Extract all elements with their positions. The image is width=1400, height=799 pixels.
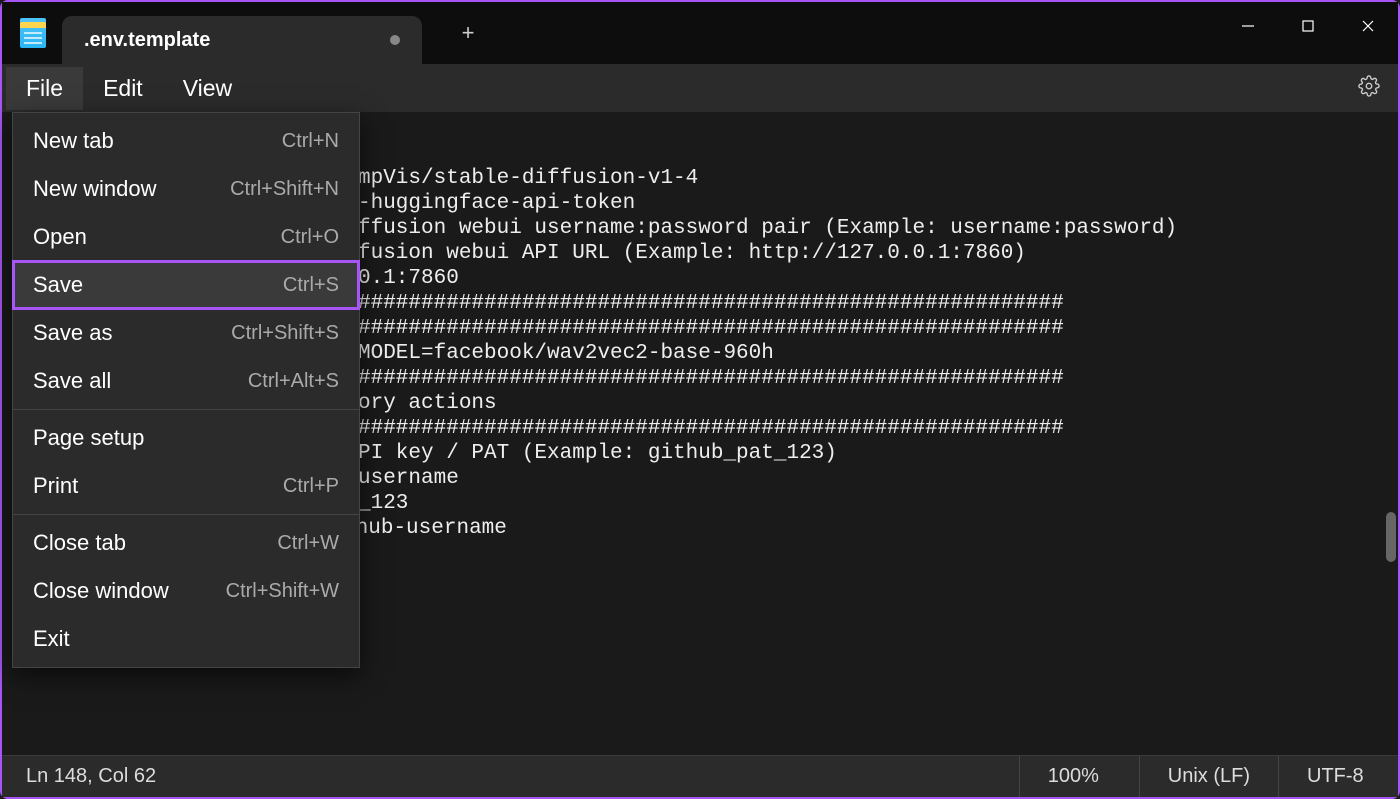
menu-item-label: Save as — [33, 320, 231, 346]
menu-separator — [13, 409, 359, 410]
menu-item-close-window[interactable]: Close window Ctrl+Shift+W — [13, 567, 359, 615]
status-cursor-position: Ln 148, Col 62 — [2, 765, 1019, 788]
menu-item-shortcut: Ctrl+P — [283, 475, 339, 498]
menu-item-shortcut: Ctrl+W — [277, 532, 339, 555]
minimize-button[interactable] — [1218, 2, 1278, 50]
menu-item-label: Page setup — [33, 425, 339, 451]
menu-item-label: Close window — [33, 578, 226, 604]
status-line-ending[interactable]: Unix (LF) — [1139, 756, 1278, 797]
menu-item-save-as[interactable]: Save as Ctrl+Shift+S — [13, 309, 359, 357]
close-button[interactable] — [1338, 2, 1398, 50]
menu-item-exit[interactable]: Exit — [13, 615, 359, 663]
notepad-app-icon — [20, 18, 46, 48]
menu-item-shortcut: Ctrl+S — [283, 274, 339, 297]
menu-item-label: New window — [33, 176, 230, 202]
menu-item-save-all[interactable]: Save all Ctrl+Alt+S — [13, 357, 359, 405]
plus-icon: + — [462, 20, 475, 46]
settings-button[interactable] — [1358, 75, 1380, 102]
menu-item-label: Save all — [33, 368, 248, 394]
menu-item-label: Print — [33, 473, 283, 499]
tab-modified-dot-icon — [390, 35, 400, 45]
maximize-button[interactable] — [1278, 2, 1338, 50]
tab-title: .env.template — [84, 29, 210, 52]
file-menu-dropdown: New tab Ctrl+N New window Ctrl+Shift+N O… — [12, 112, 360, 668]
menu-item-shortcut: Ctrl+O — [281, 226, 339, 249]
menu-item-new-tab[interactable]: New tab Ctrl+N — [13, 117, 359, 165]
menu-item-label: Exit — [33, 626, 339, 652]
new-tab-button[interactable]: + — [448, 13, 488, 53]
document-tab[interactable]: .env.template — [62, 16, 422, 64]
menu-item-label: Open — [33, 224, 281, 250]
menu-item-shortcut: Ctrl+Alt+S — [248, 370, 339, 393]
menu-item-label: Save — [33, 272, 283, 298]
menu-item-label: Close tab — [33, 530, 277, 556]
menubar: File Edit View — [2, 64, 1398, 112]
menu-item-close-tab[interactable]: Close tab Ctrl+W — [13, 519, 359, 567]
menu-item-print[interactable]: Print Ctrl+P — [13, 462, 359, 510]
menu-item-open[interactable]: Open Ctrl+O — [13, 213, 359, 261]
statusbar: Ln 148, Col 62 100% Unix (LF) UTF-8 — [2, 755, 1398, 797]
status-encoding[interactable]: UTF-8 — [1278, 756, 1398, 797]
menu-item-new-window[interactable]: New window Ctrl+Shift+N — [13, 165, 359, 213]
menu-file[interactable]: File — [6, 67, 83, 110]
window-controls — [1218, 2, 1398, 50]
menu-item-shortcut: Ctrl+N — [282, 130, 339, 153]
menu-edit[interactable]: Edit — [83, 67, 163, 110]
menu-item-page-setup[interactable]: Page setup — [13, 414, 359, 462]
menu-item-save[interactable]: Save Ctrl+S — [13, 261, 359, 309]
menu-item-shortcut: Ctrl+Shift+W — [226, 580, 339, 603]
menu-item-shortcut: Ctrl+Shift+N — [230, 178, 339, 201]
menu-view[interactable]: View — [163, 67, 252, 110]
menu-separator — [13, 514, 359, 515]
menu-item-shortcut: Ctrl+Shift+S — [231, 322, 339, 345]
titlebar: .env.template + — [2, 2, 1398, 64]
status-zoom[interactable]: 100% — [1019, 756, 1139, 797]
scrollbar-track[interactable] — [1384, 112, 1396, 753]
menu-item-label: New tab — [33, 128, 282, 154]
scrollbar-thumb[interactable] — [1386, 512, 1396, 562]
gear-icon — [1358, 84, 1380, 101]
